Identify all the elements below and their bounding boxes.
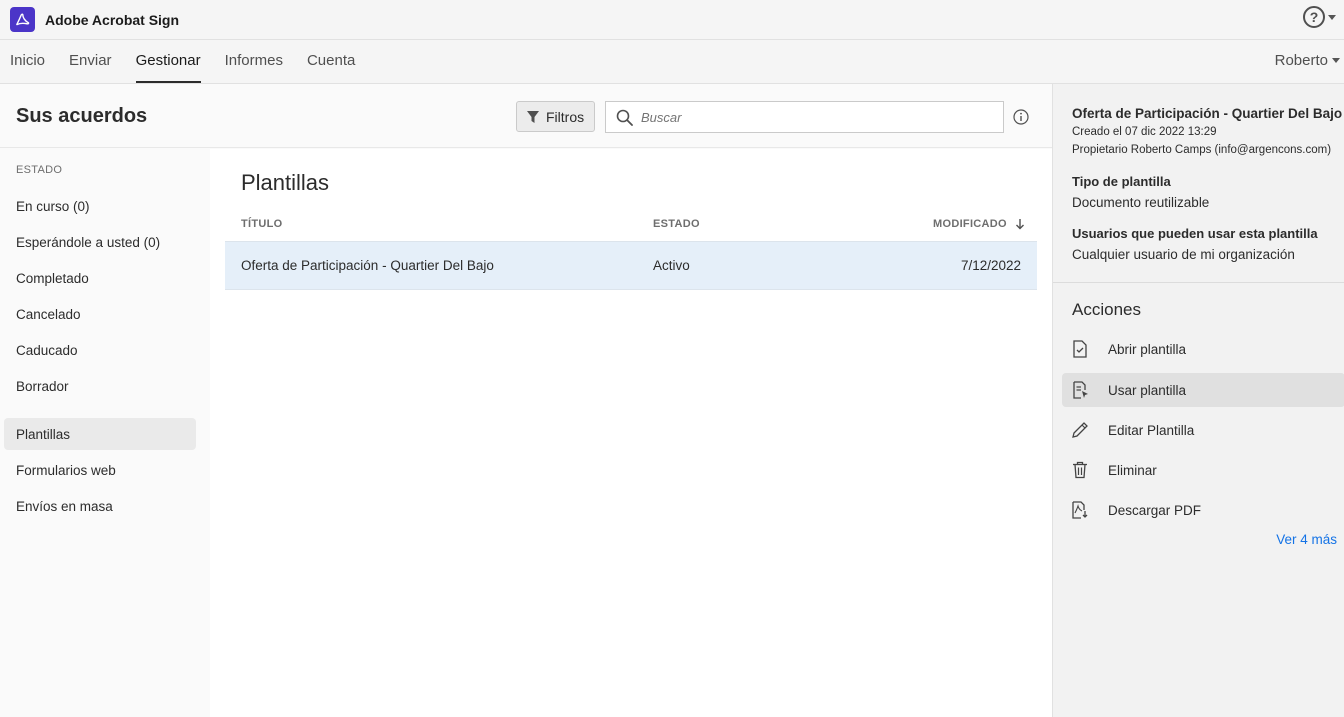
- template-type-value: Documento reutilizable: [1072, 195, 1210, 210]
- app-header: Adobe Acrobat Sign ?: [0, 0, 1344, 40]
- tab-gestionar[interactable]: Gestionar: [135, 52, 201, 83]
- column-header-modified[interactable]: MODIFICADO: [933, 218, 1025, 230]
- use-template-icon: [1070, 380, 1090, 400]
- divider: [1053, 282, 1344, 283]
- action-open-template[interactable]: Abrir plantilla: [1062, 332, 1344, 366]
- trash-icon: [1070, 460, 1090, 480]
- search-icon: [616, 109, 633, 126]
- action-label: Usar plantilla: [1108, 382, 1187, 398]
- column-header-title[interactable]: TÍTULO: [241, 218, 283, 230]
- acrobat-sign-logo-icon[interactable]: [10, 7, 35, 32]
- sidebar-item-en-curso[interactable]: En curso (0): [4, 190, 196, 222]
- column-header-status[interactable]: ESTADO: [653, 218, 700, 230]
- pencil-icon: [1070, 420, 1090, 440]
- filter-button[interactable]: Filtros: [516, 101, 595, 132]
- action-label: Abrir plantilla: [1108, 341, 1187, 357]
- user-name: Roberto: [1274, 52, 1328, 69]
- sidebar-item-esperandole[interactable]: Esperándole a usted (0): [4, 226, 196, 258]
- template-users-label: Usuarios que pueden usar esta plantilla: [1072, 226, 1318, 241]
- sidebar-item-cancelado[interactable]: Cancelado: [4, 298, 196, 330]
- sidebar-item-formularios-web[interactable]: Formularios web: [4, 454, 196, 486]
- section-title: Plantillas: [241, 170, 330, 195]
- download-pdf-icon: [1070, 500, 1090, 520]
- chevron-down-icon: [1332, 58, 1340, 63]
- row-title: Oferta de Participación - Quartier Del B…: [241, 258, 494, 273]
- template-type-label: Tipo de plantilla: [1072, 174, 1171, 189]
- details-panel: Oferta de Participación - Quartier Del B…: [1052, 84, 1344, 717]
- templates-list: Plantillas TÍTULO ESTADO MODIFICADO Ofer…: [210, 149, 1052, 717]
- see-more-link[interactable]: Ver 4 más: [1276, 532, 1337, 547]
- sidebar-item-borrador[interactable]: Borrador: [4, 370, 196, 402]
- row-status: Activo: [653, 258, 690, 273]
- column-header-modified-label: MODIFICADO: [933, 218, 1007, 230]
- sidebar-heading: ESTADO: [16, 164, 63, 176]
- sort-down-arrow-icon: [1015, 219, 1024, 230]
- action-label: Eliminar: [1108, 462, 1157, 478]
- search-input[interactable]: [641, 109, 981, 125]
- template-users-value: Cualquier usuario de mi organización: [1072, 247, 1295, 262]
- status-sidebar: ESTADO En curso (0) Esperándole a usted …: [0, 149, 210, 717]
- details-owner: Propietario Roberto Camps (info@argencon…: [1072, 144, 1332, 156]
- main-area: Sus acuerdos Filtros ESTADO En curso (0)…: [0, 84, 1052, 717]
- help-menu[interactable]: ?: [1303, 6, 1336, 28]
- details-created: Creado el 07 dic 2022 13:29: [1072, 126, 1217, 138]
- app-title: Adobe Acrobat Sign: [45, 11, 180, 28]
- action-download-pdf[interactable]: Descargar PDF: [1062, 493, 1344, 527]
- action-edit-template[interactable]: Editar Plantilla: [1062, 413, 1344, 447]
- actions-title: Acciones: [1072, 300, 1141, 319]
- filter-icon: [527, 110, 539, 123]
- help-icon[interactable]: ?: [1303, 6, 1325, 28]
- page-title: Sus acuerdos: [16, 105, 148, 127]
- action-use-template[interactable]: Usar plantilla: [1062, 373, 1344, 407]
- main-nav: Inicio Enviar Gestionar Informes Cuenta …: [0, 40, 1344, 84]
- user-menu[interactable]: Roberto: [1275, 52, 1340, 69]
- search-box[interactable]: [605, 101, 1004, 133]
- sidebar-item-completado[interactable]: Completado: [4, 262, 196, 294]
- sidebar-item-plantillas[interactable]: Plantillas: [4, 418, 196, 450]
- action-delete[interactable]: Eliminar: [1062, 453, 1344, 487]
- row-modified: 7/12/2022: [960, 258, 1021, 273]
- page-header: Sus acuerdos Filtros: [0, 84, 1052, 148]
- details-title: Oferta de Participación - Quartier Del B…: [1072, 106, 1343, 121]
- action-label: Editar Plantilla: [1108, 422, 1195, 438]
- sidebar-item-envios-en-masa[interactable]: Envíos en masa: [4, 490, 196, 522]
- action-label: Descargar PDF: [1108, 502, 1202, 518]
- tab-enviar[interactable]: Enviar: [69, 52, 112, 83]
- tab-inicio[interactable]: Inicio: [10, 52, 45, 83]
- filter-label: Filtros: [546, 108, 585, 125]
- tab-cuenta[interactable]: Cuenta: [307, 52, 355, 83]
- chevron-down-icon: [1328, 14, 1336, 20]
- table-row[interactable]: Oferta de Participación - Quartier Del B…: [225, 241, 1037, 290]
- tab-informes[interactable]: Informes: [225, 52, 283, 83]
- open-document-icon: [1070, 339, 1090, 359]
- info-icon[interactable]: [1013, 109, 1029, 125]
- sidebar-item-caducado[interactable]: Caducado: [4, 334, 196, 366]
